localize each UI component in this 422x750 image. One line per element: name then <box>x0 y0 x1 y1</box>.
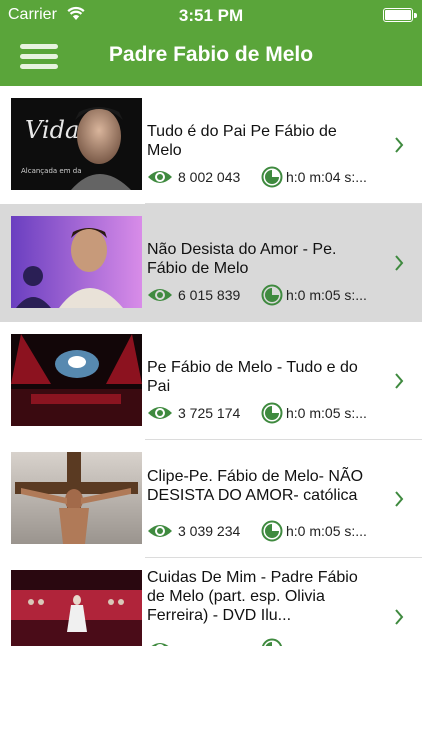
eye-icon <box>148 289 172 301</box>
view-count: 8 002 043 <box>178 169 241 185</box>
video-meta <box>147 638 387 646</box>
clock-icon <box>261 284 283 306</box>
clock-icon <box>261 638 283 646</box>
status-bar: Carrier 3:51 PM <box>0 0 422 30</box>
video-meta: 8 002 043 h:0 m:04 s:... <box>147 166 387 188</box>
video-row[interactable]: Pe Fábio de Melo - Tudo e do Pai 3 725 1… <box>0 322 422 440</box>
clock-icon <box>261 166 283 188</box>
view-count: 3 039 234 <box>178 523 241 539</box>
video-title: Não Desista do Amor - Pe. Fábio de Melo <box>147 241 337 277</box>
navigation-bar: Carrier 3:51 PM Padre Fabio de Melo <box>0 0 422 86</box>
chevron-right-icon <box>395 137 404 153</box>
video-meta: 3 039 234 h:0 m:05 s:... <box>147 520 387 542</box>
video-duration: h:0 m:05 s:... <box>286 405 367 421</box>
video-duration: h:0 m:05 s:... <box>286 523 367 539</box>
eye-icon <box>148 525 172 537</box>
thumbnail-caption-subtitle: Alcançada em da <box>21 167 82 175</box>
video-row[interactable]: Não Desista do Amor - Pe. Fábio de Melo … <box>0 204 422 322</box>
chevron-right-icon <box>395 373 404 389</box>
video-duration: h:0 m:04 s:... <box>286 169 367 185</box>
video-list[interactable]: Vida Alcançada em da Tudo é do Pai Pe Fá… <box>0 86 422 646</box>
view-count: 6 015 839 <box>178 287 241 303</box>
video-row[interactable]: Vida Alcançada em da Tudo é do Pai Pe Fá… <box>0 86 422 204</box>
video-thumbnail <box>11 452 142 544</box>
thumbnail-caption-title: Vida <box>25 116 79 144</box>
chevron-right-icon <box>395 609 404 625</box>
eye-icon <box>151 643 169 646</box>
video-title: Cuidas De Mim - Padre Fábio de Melo (par… <box>147 569 358 624</box>
video-meta: 3 725 174 h:0 m:05 s:... <box>147 402 387 424</box>
battery-icon <box>383 8 417 22</box>
video-meta: 6 015 839 h:0 m:05 s:... <box>147 284 387 306</box>
clock-time: 3:51 PM <box>178 6 244 25</box>
view-count: 3 725 174 <box>178 405 241 421</box>
video-row[interactable]: Cuidas De Mim - Padre Fábio de Melo (par… <box>0 558 422 646</box>
video-title: Clipe-Pe. Fábio de Melo- NÃO DESISTA DO … <box>147 468 364 504</box>
video-thumbnail: Vida Alcançada em da <box>11 98 142 190</box>
eye-icon <box>148 407 172 419</box>
video-thumbnail <box>11 334 142 426</box>
video-thumbnail <box>11 570 142 646</box>
page-title: Padre Fabio de Melo <box>108 43 314 66</box>
video-thumbnail <box>11 216 142 308</box>
video-duration: h:0 m:05 s:... <box>286 287 367 303</box>
eye-icon <box>148 171 172 183</box>
chevron-right-icon <box>395 491 404 507</box>
video-title: Tudo é do Pai Pe Fábio de Melo <box>147 123 337 159</box>
video-row[interactable]: Clipe-Pe. Fábio de Melo- NÃO DESISTA DO … <box>0 440 422 558</box>
video-title: Pe Fábio de Melo - Tudo e do Pai <box>147 359 358 395</box>
clock-icon <box>261 520 283 542</box>
chevron-right-icon <box>395 255 404 271</box>
clock-icon <box>261 402 283 424</box>
